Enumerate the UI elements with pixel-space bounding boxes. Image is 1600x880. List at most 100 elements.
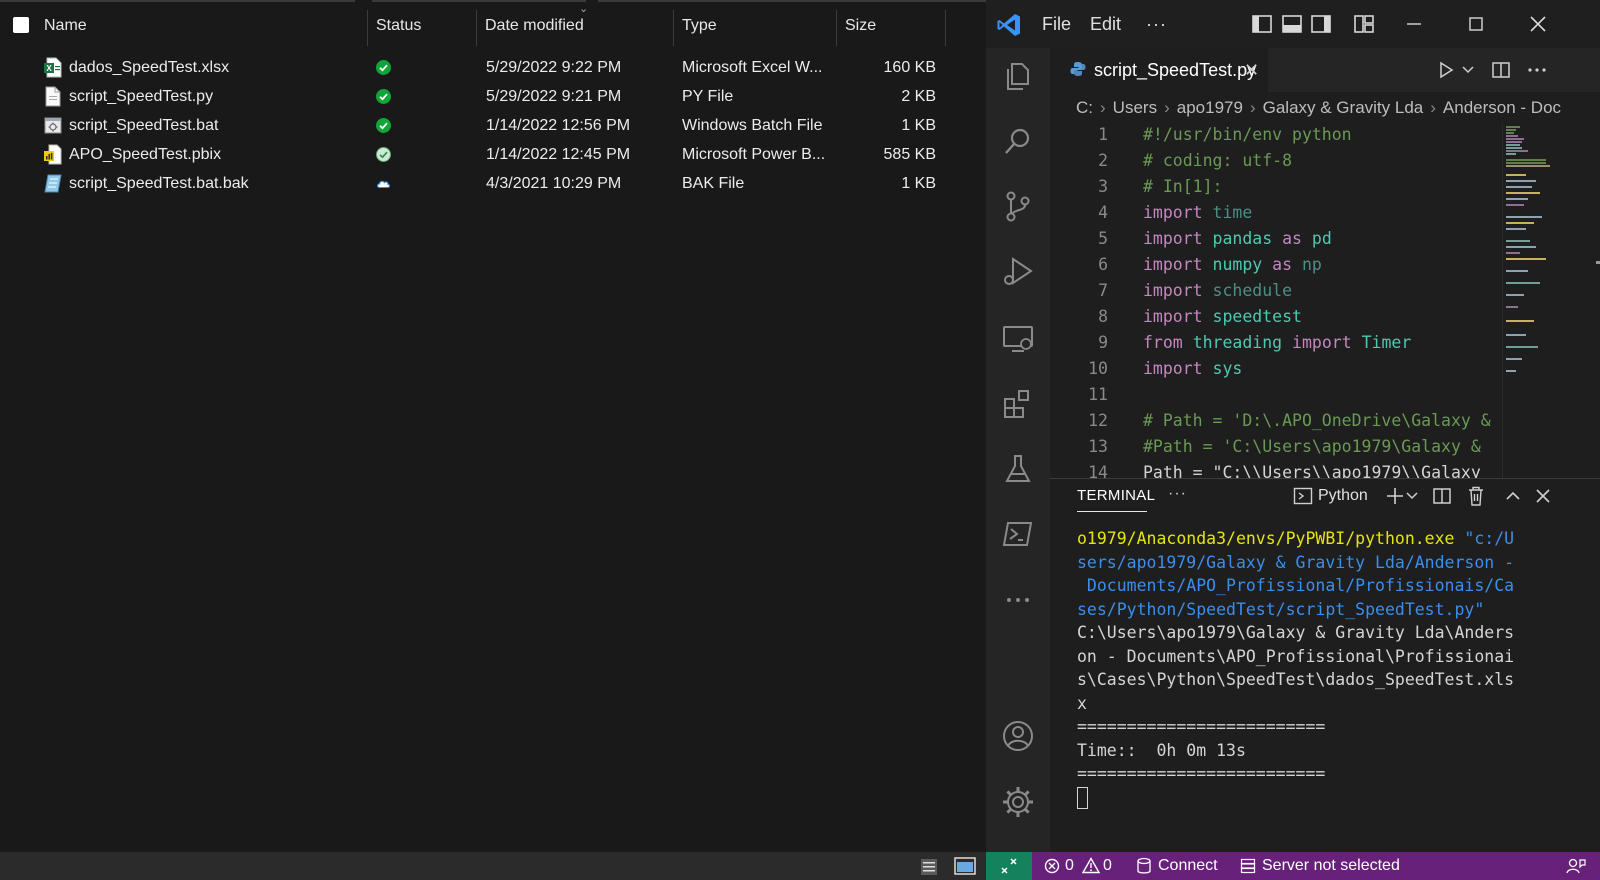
file-row[interactable]: script_SpeedTest.bat 1/14/2022 12:56 PM Wi… xyxy=(0,111,986,140)
vscode-logo-icon[interactable] xyxy=(996,12,1022,38)
breadcrumb-item[interactable]: Anderson - Doc xyxy=(1443,98,1561,117)
breadcrumb: C: › Users › apo1979 › Galaxy & Gravity Lda › An… xyxy=(1050,92,1600,124)
explorer-files-icon[interactable] xyxy=(1000,58,1036,94)
terminal-line: ses/Python/SpeedTest/script_SpeedTest.py… xyxy=(1077,598,1597,622)
powershell-icon[interactable] xyxy=(1000,516,1036,552)
column-resize-handle[interactable] xyxy=(945,10,946,46)
details-view-icon[interactable] xyxy=(920,858,938,876)
line-number: 7 xyxy=(1098,281,1108,300)
server-status[interactable]: Server not selected xyxy=(1262,852,1400,880)
terminal-shell-name[interactable]: Python xyxy=(1318,479,1368,513)
code-token: pd xyxy=(1311,229,1332,248)
maximize-icon[interactable] xyxy=(1464,12,1488,36)
large-icons-view-icon[interactable] xyxy=(954,857,976,875)
warnings-count[interactable]: 0 xyxy=(1103,852,1112,880)
code-text: from threading import Timer xyxy=(1143,330,1411,356)
customize-layout-icon[interactable] xyxy=(1352,12,1376,36)
remote-connection-icon xyxy=(1001,858,1017,874)
terminal-text: Documents/APO_Profissional/Profissionais… xyxy=(1077,576,1515,595)
chevron-down-icon[interactable] xyxy=(1462,65,1474,75)
text-file-icon xyxy=(45,86,61,107)
breadcrumb-separator-icon: › xyxy=(1164,98,1170,117)
file-name[interactable]: dados_SpeedTest.xlsx xyxy=(69,53,229,82)
kill-terminal-trash-icon[interactable] xyxy=(1466,485,1486,507)
file-row[interactable]: Xdados_SpeedTest.xlsx 5/29/2022 9:22 PM Mi… xyxy=(0,53,986,82)
warnings-icon[interactable] xyxy=(1082,857,1100,874)
chevron-down-icon[interactable] xyxy=(1406,491,1418,501)
file-date: 1/14/2022 12:56 PM xyxy=(486,117,631,134)
file-row[interactable]: APO_SpeedTest.pbix 1/14/2022 12:45 PM Micr… xyxy=(0,140,986,169)
remote-indicator[interactable] xyxy=(986,852,1032,880)
server-icon[interactable] xyxy=(1240,858,1256,874)
terminal-line: x xyxy=(1077,692,1597,716)
file-row[interactable]: script_SpeedTest.py 5/29/2022 9:21 PM PY F… xyxy=(0,82,986,111)
minimap[interactable] xyxy=(1502,124,1600,478)
extensions-icon[interactable] xyxy=(1000,386,1036,422)
explorer-status-strip xyxy=(0,852,986,880)
column-header-type[interactable]: Type xyxy=(674,4,836,48)
run-python-file-icon[interactable] xyxy=(1436,60,1456,80)
accounts-icon[interactable] xyxy=(1000,718,1036,754)
file-row[interactable]: script_SpeedTest.bat.bak 4/3/2021 10:29 P… xyxy=(0,169,986,198)
breadcrumb-item[interactable]: Galaxy & Gravity Lda xyxy=(1263,98,1424,117)
panel-more-actions[interactable]: ··· xyxy=(1168,479,1187,509)
column-header-status[interactable]: Status xyxy=(368,4,476,48)
column-header-date[interactable]: Date modified xyxy=(477,4,673,48)
testing-flask-icon[interactable] xyxy=(1000,451,1036,487)
toggle-secondary-sidebar-icon[interactable] xyxy=(1309,12,1333,36)
cloud-only-status-icon xyxy=(377,180,391,188)
column-header-size[interactable]: Size xyxy=(837,4,945,48)
split-terminal-icon[interactable] xyxy=(1432,486,1452,506)
terminal-text: ========================= xyxy=(1077,764,1326,783)
terminal-line: ========================= xyxy=(1077,715,1597,739)
toggle-primary-sidebar-icon[interactable] xyxy=(1250,12,1274,36)
remote-explorer-icon[interactable] xyxy=(1000,320,1036,356)
code-token: pandas xyxy=(1212,229,1273,248)
errors-count[interactable]: 0 xyxy=(1065,852,1074,880)
source-control-icon[interactable] xyxy=(1000,188,1036,224)
settings-gear-icon[interactable] xyxy=(1000,784,1036,820)
run-and-debug-icon[interactable] xyxy=(1000,253,1036,289)
menu-edit[interactable]: Edit xyxy=(1090,0,1121,48)
select-all-checkbox[interactable] xyxy=(13,17,29,33)
search-icon[interactable] xyxy=(1000,123,1036,159)
tab-script-speedtest-py[interactable]: script_SpeedTest.py ✕ xyxy=(1050,48,1268,92)
breadcrumb-item[interactable]: C: xyxy=(1076,98,1093,117)
close-panel-icon[interactable] xyxy=(1534,487,1552,505)
breadcrumb-item[interactable]: apo1979 xyxy=(1177,98,1243,117)
divider xyxy=(372,0,586,2)
file-name[interactable]: script_SpeedTest.bat.bak xyxy=(69,169,249,198)
maximize-panel-chevron-up-icon[interactable] xyxy=(1504,487,1522,505)
terminal-output[interactable]: o1979/Anaconda3/envs/PyPWBI/python.exe "… xyxy=(1077,527,1597,786)
close-window-icon[interactable] xyxy=(1526,12,1550,36)
feedback-icon[interactable] xyxy=(1566,857,1586,875)
line-number: 6 xyxy=(1098,255,1108,274)
errors-icon[interactable] xyxy=(1044,858,1060,874)
file-name[interactable]: APO_SpeedTest.pbix xyxy=(69,140,221,169)
column-header-name[interactable]: Name xyxy=(36,4,366,48)
database-icon[interactable] xyxy=(1136,857,1152,875)
code-token: as xyxy=(1272,255,1293,274)
tab-close-icon[interactable]: ✕ xyxy=(1244,61,1259,79)
file-type: PY File xyxy=(682,88,734,105)
terminal-text: x xyxy=(1077,693,1087,713)
minimize-icon[interactable] xyxy=(1402,12,1426,36)
more-actions-icon[interactable] xyxy=(1526,60,1548,80)
file-name[interactable]: script_SpeedTest.bat xyxy=(69,111,218,140)
file-type: BAK File xyxy=(682,175,745,192)
toggle-panel-icon[interactable] xyxy=(1280,12,1304,36)
connect-button[interactable]: Connect xyxy=(1158,852,1218,880)
split-editor-icon[interactable] xyxy=(1491,60,1511,80)
file-name[interactable]: script_SpeedTest.py xyxy=(69,82,213,111)
menu-more[interactable]: ··· xyxy=(1146,0,1167,48)
menu-file[interactable]: File xyxy=(1042,0,1071,48)
code-text: import time xyxy=(1143,200,1252,226)
file-size: 585 KB xyxy=(883,146,936,163)
breadcrumb-item[interactable]: Users xyxy=(1113,98,1157,117)
terminal-text: ========================= xyxy=(1077,717,1326,736)
tab-terminal[interactable]: TERMINAL xyxy=(1077,479,1155,513)
more-views-icon[interactable] xyxy=(1000,582,1036,618)
new-terminal-plus-icon[interactable] xyxy=(1384,485,1406,507)
terminal-line: ========================= xyxy=(1077,762,1597,786)
